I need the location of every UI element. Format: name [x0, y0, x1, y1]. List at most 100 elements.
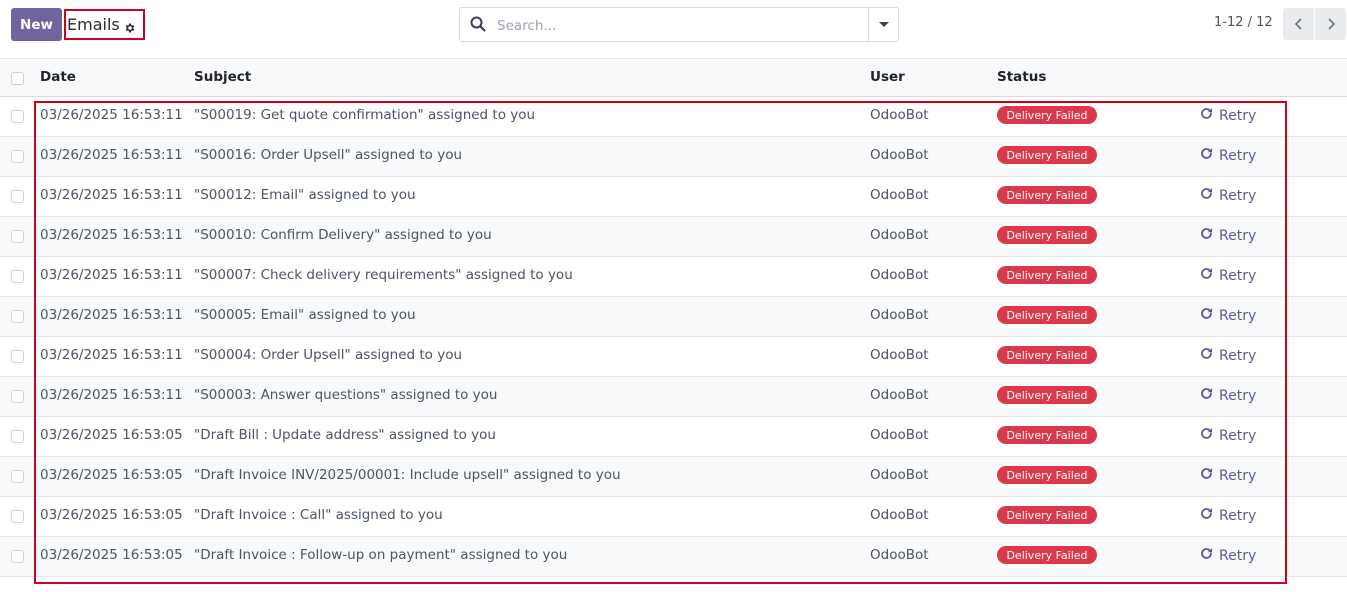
status-badge: Delivery Failed — [997, 506, 1097, 524]
row-subject: "Draft Invoice : Follow-up on payment" a… — [194, 547, 568, 563]
table-row[interactable]: 03/26/2025 16:53:11 "S00005: Email" assig… — [0, 297, 1347, 337]
status-badge: Delivery Failed — [997, 266, 1097, 284]
row-date: 03/26/2025 16:53:05 — [40, 507, 183, 523]
refresh-icon — [1200, 147, 1219, 164]
retry-label: Retry — [1219, 267, 1257, 284]
retry-label: Retry — [1219, 387, 1257, 404]
row-user: OdooBot — [870, 147, 929, 163]
retry-label: Retry — [1219, 507, 1257, 524]
retry-label: Retry — [1219, 547, 1257, 564]
refresh-icon — [1200, 227, 1219, 244]
row-checkbox[interactable] — [11, 510, 24, 523]
retry-label: Retry — [1219, 187, 1257, 204]
table-row[interactable]: 03/26/2025 16:53:11 "S00003: Answer quest… — [0, 377, 1347, 417]
row-date: 03/26/2025 16:53:11 — [40, 147, 183, 163]
table-row[interactable]: 03/26/2025 16:53:05 "Draft Invoice INV/20… — [0, 457, 1347, 497]
refresh-icon — [1200, 387, 1219, 404]
row-subject: "S00005: Email" assigned to you — [194, 307, 416, 323]
row-checkbox[interactable] — [11, 270, 24, 283]
row-checkbox[interactable] — [11, 190, 24, 203]
row-date: 03/26/2025 16:53:11 — [40, 347, 183, 363]
pager-next-button[interactable] — [1315, 8, 1346, 40]
retry-label: Retry — [1219, 427, 1257, 444]
status-badge: Delivery Failed — [997, 146, 1097, 164]
status-badge: Delivery Failed — [997, 346, 1097, 364]
row-subject: "S00016: Order Upsell" assigned to you — [194, 147, 463, 163]
refresh-icon — [1200, 547, 1219, 564]
table-row[interactable]: 03/26/2025 16:53:11 "S00016: Order Upsell… — [0, 137, 1347, 177]
column-header-status[interactable]: Status — [997, 69, 1046, 85]
retry-button[interactable]: Retry — [1200, 307, 1256, 324]
row-user: OdooBot — [870, 107, 929, 123]
status-badge: Delivery Failed — [997, 226, 1097, 244]
search-options-toggle[interactable] — [868, 8, 898, 41]
retry-button[interactable]: Retry — [1200, 147, 1256, 164]
retry-button[interactable]: Retry — [1200, 347, 1256, 364]
row-checkbox[interactable] — [11, 550, 24, 563]
row-date: 03/26/2025 16:53:11 — [40, 227, 183, 243]
column-header-user[interactable]: User — [870, 69, 905, 85]
refresh-icon — [1200, 107, 1219, 124]
row-subject: "S00010: Confirm Delivery" assigned to y… — [194, 227, 492, 243]
table-row[interactable]: 03/26/2025 16:53:05 "Draft Bill : Update … — [0, 417, 1347, 457]
retry-button[interactable]: Retry — [1200, 387, 1256, 404]
row-user: OdooBot — [870, 267, 929, 283]
select-all-checkbox[interactable] — [11, 72, 24, 85]
column-header-subject[interactable]: Subject — [194, 69, 251, 85]
refresh-icon — [1200, 307, 1219, 324]
row-subject: "S00012: Email" assigned to you — [194, 187, 416, 203]
caret-down-icon — [878, 22, 889, 27]
status-badge: Delivery Failed — [997, 426, 1097, 444]
refresh-icon — [1200, 507, 1219, 524]
retry-label: Retry — [1219, 347, 1257, 364]
row-checkbox[interactable] — [11, 150, 24, 163]
row-checkbox[interactable] — [11, 110, 24, 123]
refresh-icon — [1200, 267, 1219, 284]
row-checkbox[interactable] — [11, 390, 24, 403]
breadcrumb: Emails — [64, 9, 145, 40]
table-row[interactable]: 03/26/2025 16:53:11 "S00010: Confirm Deli… — [0, 217, 1347, 257]
retry-label: Retry — [1219, 107, 1257, 124]
pager-previous-button[interactable] — [1283, 8, 1314, 40]
row-date: 03/26/2025 16:53:05 — [40, 427, 183, 443]
row-checkbox[interactable] — [11, 310, 24, 323]
refresh-icon — [1200, 187, 1219, 204]
row-user: OdooBot — [870, 347, 929, 363]
retry-button[interactable]: Retry — [1200, 227, 1256, 244]
row-checkbox[interactable] — [11, 230, 24, 243]
table-row[interactable]: 03/26/2025 16:53:05 "Draft Invoice : Foll… — [0, 537, 1347, 577]
gear-icon[interactable] — [124, 19, 136, 32]
refresh-icon — [1200, 347, 1219, 364]
row-user: OdooBot — [870, 187, 929, 203]
row-checkbox[interactable] — [11, 350, 24, 363]
row-user: OdooBot — [870, 427, 929, 443]
retry-button[interactable]: Retry — [1200, 507, 1256, 524]
row-user: OdooBot — [870, 307, 929, 323]
table-row[interactable]: 03/26/2025 16:53:11 "S00019: Get quote co… — [0, 97, 1347, 137]
search-input[interactable] — [495, 9, 869, 42]
row-subject: "Draft Bill : Update address" assigned t… — [194, 427, 496, 443]
row-date: 03/26/2025 16:53:11 — [40, 107, 183, 123]
retry-button[interactable]: Retry — [1200, 187, 1256, 204]
column-header-date[interactable]: Date — [40, 69, 76, 85]
row-checkbox[interactable] — [11, 470, 24, 483]
retry-button[interactable]: Retry — [1200, 107, 1256, 124]
row-date: 03/26/2025 16:53:11 — [40, 267, 183, 283]
row-checkbox[interactable] — [11, 430, 24, 443]
status-badge: Delivery Failed — [997, 106, 1097, 124]
table-row[interactable]: 03/26/2025 16:53:11 "S00004: Order Upsell… — [0, 337, 1347, 377]
retry-button[interactable]: Retry — [1200, 427, 1256, 444]
table-row[interactable]: 03/26/2025 16:53:05 "Draft Invoice : Call… — [0, 497, 1347, 537]
refresh-icon — [1200, 467, 1219, 484]
page-title: Emails — [67, 15, 120, 34]
retry-button[interactable]: Retry — [1200, 547, 1256, 564]
retry-button[interactable]: Retry — [1200, 467, 1256, 484]
table-row[interactable]: 03/26/2025 16:53:11 "S00007: Check delive… — [0, 257, 1347, 297]
row-date: 03/26/2025 16:53:05 — [40, 467, 183, 483]
new-button[interactable]: New — [11, 8, 62, 41]
retry-button[interactable]: Retry — [1200, 267, 1256, 284]
row-subject: "Draft Invoice INV/2025/00001: Include u… — [194, 467, 621, 483]
status-badge: Delivery Failed — [997, 466, 1097, 484]
table-row[interactable]: 03/26/2025 16:53:11 "S00012: Email" assig… — [0, 177, 1347, 217]
pager-value[interactable]: 1-12 / 12 — [1214, 15, 1273, 30]
